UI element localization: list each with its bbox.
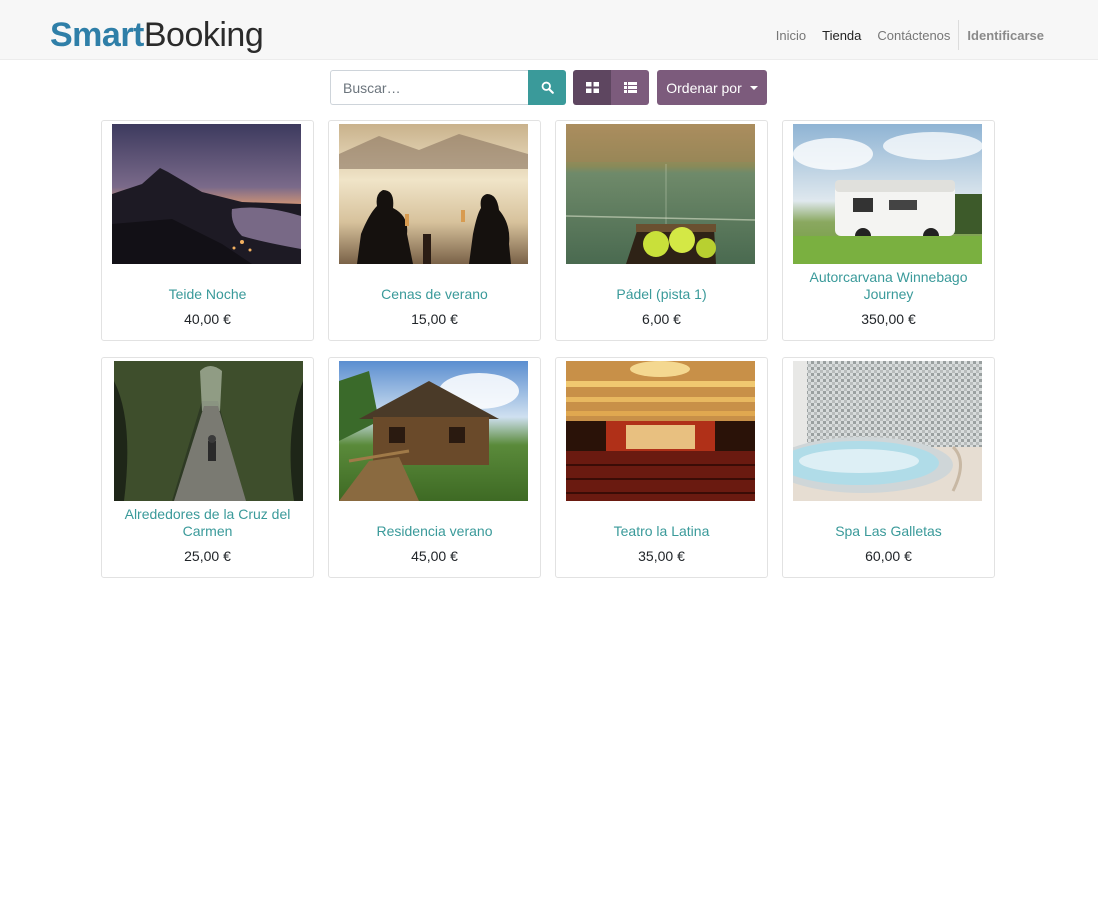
sort-dropdown[interactable]: Ordenar por bbox=[657, 70, 767, 105]
sort-label: Ordenar por bbox=[666, 79, 742, 96]
product-price: 25,00 € bbox=[184, 548, 231, 564]
logo-smart: Smart bbox=[50, 16, 144, 54]
motorhome-photo[interactable] bbox=[793, 124, 982, 264]
login-link[interactable]: Identificarse bbox=[959, 28, 1044, 43]
list-view-button[interactable] bbox=[611, 70, 649, 105]
nav-item-contactenos[interactable]: Contáctenos bbox=[869, 28, 958, 43]
product-card[interactable]: Teide Noche 40,00 € bbox=[101, 120, 314, 341]
product-card[interactable]: Spa Las Galletas 60,00 € bbox=[782, 357, 995, 578]
grid-view-icon bbox=[585, 82, 599, 93]
spa-jacuzzi-photo[interactable] bbox=[793, 361, 982, 501]
forest-path-photo[interactable] bbox=[114, 361, 303, 501]
product-price: 45,00 € bbox=[411, 548, 458, 564]
product-card[interactable]: Cenas de verano 15,00 € bbox=[328, 120, 541, 341]
logo[interactable]: Smart Booking bbox=[50, 16, 264, 54]
product-price: 60,00 € bbox=[865, 548, 912, 564]
nav-item-tienda[interactable]: Tienda bbox=[814, 28, 869, 43]
product-card[interactable]: Teatro la Latina 35,00 € bbox=[555, 357, 768, 578]
logo-booking: Booking bbox=[143, 16, 264, 54]
product-price: 350,00 € bbox=[861, 311, 916, 327]
search-icon bbox=[541, 81, 554, 94]
product-name[interactable]: Spa Las Galletas bbox=[789, 504, 988, 540]
product-card[interactable]: Pádel (pista 1) 6,00 € bbox=[555, 120, 768, 341]
log-cabin-photo[interactable] bbox=[339, 361, 528, 501]
main-nav: Inicio Tienda Contáctenos Identificarse bbox=[768, 20, 1044, 50]
view-toggle bbox=[573, 70, 649, 105]
product-card[interactable]: Residencia verano 45,00 € bbox=[328, 357, 541, 578]
product-grid: Teide Noche 40,00 € Cenas de verano 15,0… bbox=[101, 120, 995, 578]
padel-court-photo[interactable] bbox=[566, 124, 755, 264]
product-name[interactable]: Teatro la Latina bbox=[562, 504, 761, 540]
search-button[interactable] bbox=[528, 70, 566, 105]
product-name[interactable]: Cenas de verano bbox=[335, 267, 534, 303]
product-card[interactable]: Alrededores de la Cruz del Carmen 25,00 … bbox=[101, 357, 314, 578]
shop-toolbar: Ordenar por bbox=[330, 70, 767, 105]
caret-down-icon bbox=[749, 86, 758, 90]
search-input[interactable] bbox=[330, 70, 528, 105]
product-name[interactable]: Pádel (pista 1) bbox=[562, 267, 761, 303]
product-name[interactable]: Autorcarvana Winnebago Journey bbox=[789, 267, 988, 303]
product-name[interactable]: Alrededores de la Cruz del Carmen bbox=[108, 504, 307, 540]
list-view-icon bbox=[623, 82, 637, 93]
product-name[interactable]: Teide Noche bbox=[108, 267, 307, 303]
summer-dinner-photo[interactable] bbox=[339, 124, 528, 264]
product-price: 40,00 € bbox=[184, 311, 231, 327]
teide-night-photo[interactable] bbox=[112, 124, 301, 264]
theater-photo[interactable] bbox=[566, 361, 755, 501]
search-group bbox=[330, 70, 566, 105]
grid-view-button[interactable] bbox=[573, 70, 611, 105]
product-card[interactable]: Autorcarvana Winnebago Journey 350,00 € bbox=[782, 120, 995, 341]
nav-item-inicio[interactable]: Inicio bbox=[768, 28, 814, 43]
product-name[interactable]: Residencia verano bbox=[335, 504, 534, 540]
site-header: Smart Booking Inicio Tienda Contáctenos I… bbox=[0, 0, 1098, 60]
product-price: 35,00 € bbox=[638, 548, 685, 564]
product-price: 15,00 € bbox=[411, 311, 458, 327]
product-price: 6,00 € bbox=[642, 311, 681, 327]
